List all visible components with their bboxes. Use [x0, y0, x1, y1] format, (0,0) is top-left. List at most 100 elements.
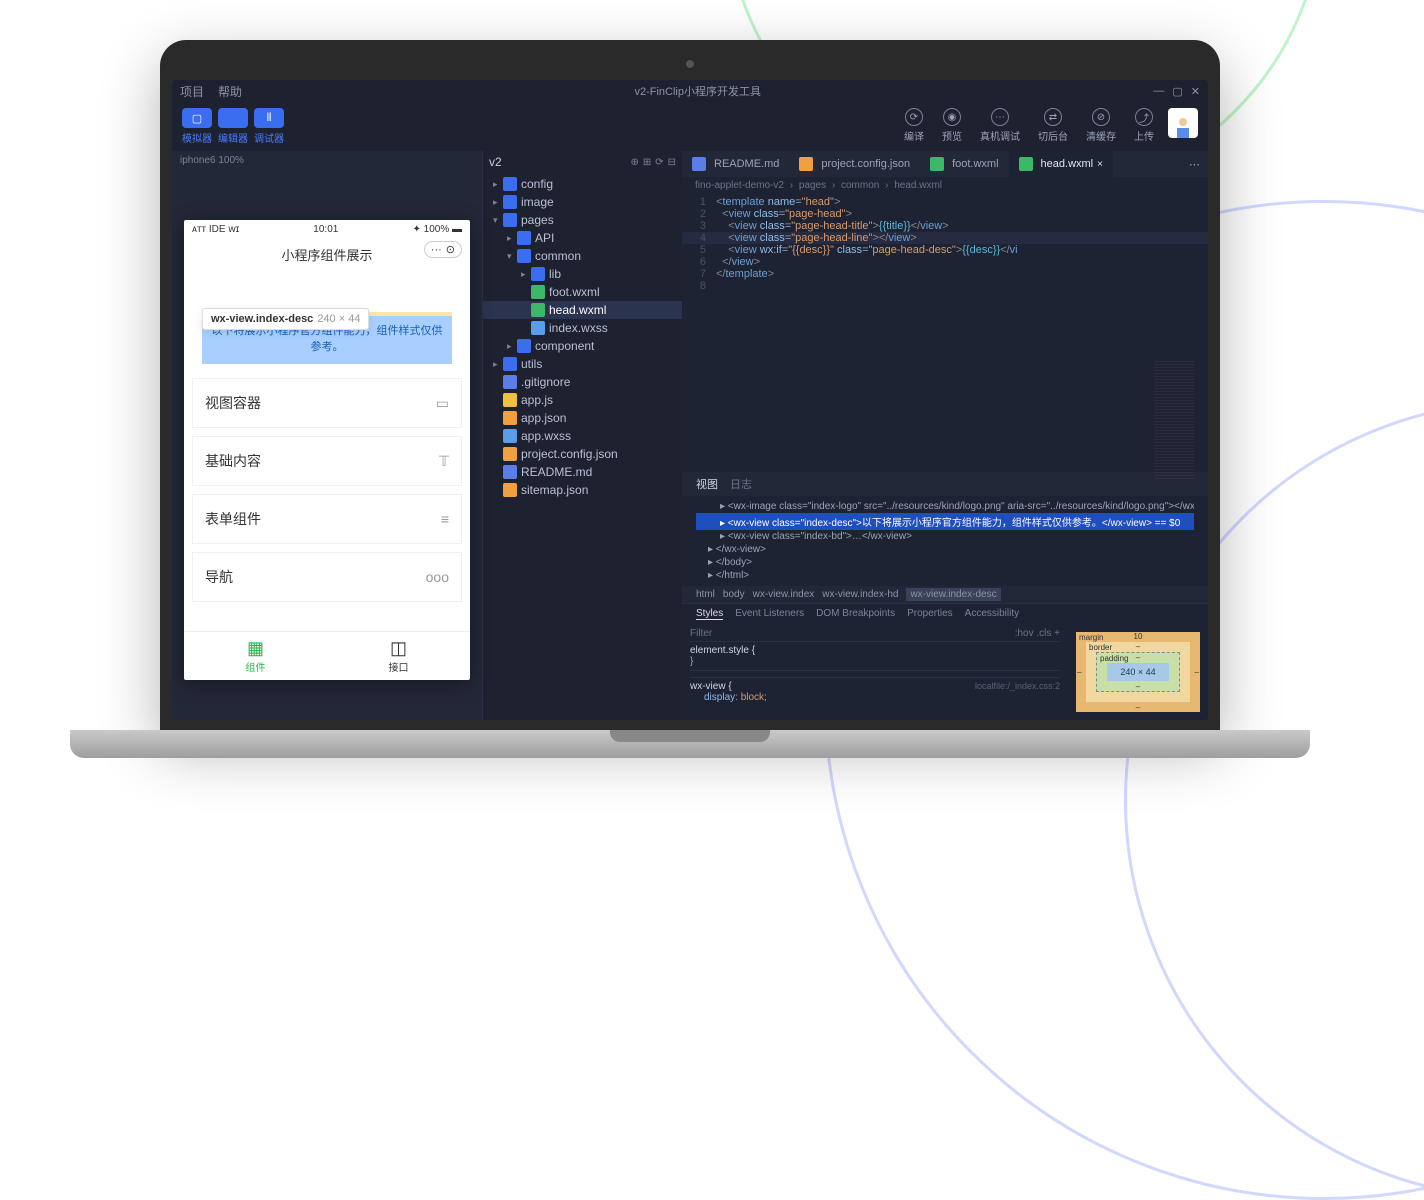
dom-breadcrumb: html body wx-view.index wx-view.index-hd wx-…: [682, 586, 1208, 603]
window-close-icon[interactable]: ✕: [1191, 85, 1200, 98]
dom-row[interactable]: ▸ </body>: [696, 556, 1194, 569]
tree-node[interactable]: index.wxss: [483, 319, 682, 337]
tree-node[interactable]: head.wxml: [483, 301, 682, 319]
minimap[interactable]: [1154, 361, 1194, 481]
crumb[interactable]: common: [841, 180, 879, 191]
editor-tab[interactable]: head.wxml ×: [1009, 151, 1113, 177]
devtab-log[interactable]: 日志: [730, 476, 752, 492]
crumb[interactable]: head.wxml: [894, 180, 942, 191]
json-i-icon: [503, 447, 517, 461]
tree-node[interactable]: app.wxss: [483, 427, 682, 445]
code-editor[interactable]: 1<template name="head"> 2 <view class="p…: [682, 194, 1208, 472]
tree-node[interactable]: ▸utils: [483, 355, 682, 373]
mode-0[interactable]: ▢模拟器: [182, 108, 212, 145]
window-minimize-icon[interactable]: —: [1153, 85, 1164, 98]
dom-row[interactable]: ▸ </wx-view>: [696, 543, 1194, 556]
tree-node[interactable]: app.js: [483, 391, 682, 409]
tree-node[interactable]: ▾pages: [483, 211, 682, 229]
editor-tab[interactable]: project.config.json: [789, 151, 920, 177]
style-filter-actions[interactable]: :hov .cls +: [1015, 628, 1060, 639]
phone-tabbar: ▦组件 ◫接口: [184, 631, 470, 680]
mode-2[interactable]: ⫴调试器: [254, 108, 284, 145]
style-tab[interactable]: Properties: [907, 608, 953, 620]
window-maximize-icon[interactable]: ▢: [1172, 85, 1182, 98]
style-tab[interactable]: DOM Breakpoints: [816, 608, 895, 620]
wxml-icon: [930, 157, 944, 171]
wxml-icon: [1019, 157, 1033, 171]
tree-node[interactable]: foot.wxml: [483, 283, 682, 301]
editor-tab[interactable]: README.md: [682, 151, 789, 177]
dom-crumb[interactable]: wx-view.index-hd: [822, 589, 898, 600]
tree-node[interactable]: README.md: [483, 463, 682, 481]
tool-0[interactable]: ⟳编译: [904, 108, 924, 143]
capsule-button[interactable]: ··· ⊙: [424, 241, 462, 258]
wxss-icon: [503, 429, 517, 443]
menu-icon: ≡: [441, 511, 449, 527]
simulator-device-label[interactable]: iphone6 100%: [172, 151, 482, 170]
explorer-root[interactable]: v2: [489, 155, 502, 169]
style-tab[interactable]: Styles: [696, 608, 723, 620]
close-icon[interactable]: ×: [1097, 159, 1103, 170]
tool-4[interactable]: ⊘清缓存: [1086, 108, 1116, 143]
new-folder-icon[interactable]: ⊞: [643, 157, 651, 168]
refresh-icon[interactable]: ⟳: [655, 157, 663, 168]
style-tab[interactable]: Accessibility: [965, 608, 1019, 620]
tool-5[interactable]: ⤴上传: [1134, 108, 1154, 143]
dom-crumb[interactable]: body: [723, 589, 745, 600]
tab-api[interactable]: ◫接口: [327, 632, 470, 680]
dom-row[interactable]: ▸ <wx-image class="index-logo" src="../r…: [696, 500, 1194, 513]
tree-node[interactable]: project.config.json: [483, 445, 682, 463]
tree-node[interactable]: app.json: [483, 409, 682, 427]
sim-menu-3[interactable]: 导航ooo: [192, 552, 462, 602]
tree-node[interactable]: sitemap.json: [483, 481, 682, 499]
json-i-icon: [799, 157, 813, 171]
menu-project[interactable]: 项目: [180, 83, 204, 100]
tree-node[interactable]: ▸API: [483, 229, 682, 247]
style-tab[interactable]: Event Listeners: [735, 608, 804, 620]
box-model: margin10––– border– padding– 240 × 44 –: [1068, 624, 1208, 720]
dom-crumb[interactable]: html: [696, 589, 715, 600]
tree-node[interactable]: ▸config: [483, 175, 682, 193]
capsule-close-icon[interactable]: ⊙: [446, 243, 455, 256]
dom-crumb[interactable]: wx-view.index-desc: [906, 588, 1000, 601]
tree-node[interactable]: ▸image: [483, 193, 682, 211]
tab-components[interactable]: ▦组件: [184, 632, 327, 680]
crumb[interactable]: fino-applet-demo-v2: [695, 180, 784, 191]
crumb[interactable]: pages: [799, 180, 826, 191]
menu-icon: ooo: [426, 569, 449, 585]
dom-tree[interactable]: ▸ <wx-image class="index-logo" src="../r…: [682, 496, 1208, 586]
capsule-more-icon[interactable]: ···: [431, 244, 442, 256]
folder-icon: [531, 267, 545, 281]
menu-icon: ▭: [436, 395, 449, 412]
menu-icon: 𝕋: [439, 453, 449, 470]
sim-menu-1[interactable]: 基础内容𝕋: [192, 436, 462, 486]
menu-help[interactable]: 帮助: [218, 83, 242, 100]
editor-tab[interactable]: foot.wxml: [920, 151, 1008, 177]
js-icon: [503, 393, 517, 407]
tool-3[interactable]: ⇄切后台: [1038, 108, 1068, 143]
tree-node[interactable]: .gitignore: [483, 373, 682, 391]
mode-1[interactable]: 编辑器: [218, 108, 248, 145]
tree-node[interactable]: ▸component: [483, 337, 682, 355]
new-file-icon[interactable]: ⊕: [630, 157, 638, 168]
status-battery: ✦ 100% ▬: [412, 224, 462, 235]
dom-row[interactable]: ▸ <wx-view class="index-desc">以下将展示小程序官方…: [696, 513, 1194, 530]
dom-crumb[interactable]: wx-view.index: [753, 589, 815, 600]
style-filter[interactable]: Filter: [690, 628, 712, 639]
tree-node[interactable]: ▾common: [483, 247, 682, 265]
devtab-view[interactable]: 视图: [696, 476, 718, 492]
collapse-icon[interactable]: ⊟: [668, 157, 676, 168]
dom-row[interactable]: ▸ </html>: [696, 569, 1194, 582]
user-avatar[interactable]: [1168, 108, 1198, 138]
tool-1[interactable]: ◉预览: [942, 108, 962, 143]
tool-2[interactable]: ⋯真机调试: [980, 108, 1020, 143]
window-title: v2-FinClip小程序开发工具: [256, 83, 1139, 99]
dom-row[interactable]: ▸ <wx-view class="index-bd">…</wx-view>: [696, 530, 1194, 543]
sim-menu-2[interactable]: 表单组件≡: [192, 494, 462, 544]
tree-node[interactable]: ▸lib: [483, 265, 682, 283]
app-title: 小程序组件展示 ··· ⊙: [184, 239, 470, 274]
wxss-icon: [531, 321, 545, 335]
style-rules[interactable]: Filter :hov .cls + element.style {}</spa…: [682, 624, 1068, 720]
tabs-more-icon[interactable]: ⋯: [1181, 158, 1208, 171]
sim-menu-0[interactable]: 视图容器▭: [192, 378, 462, 428]
